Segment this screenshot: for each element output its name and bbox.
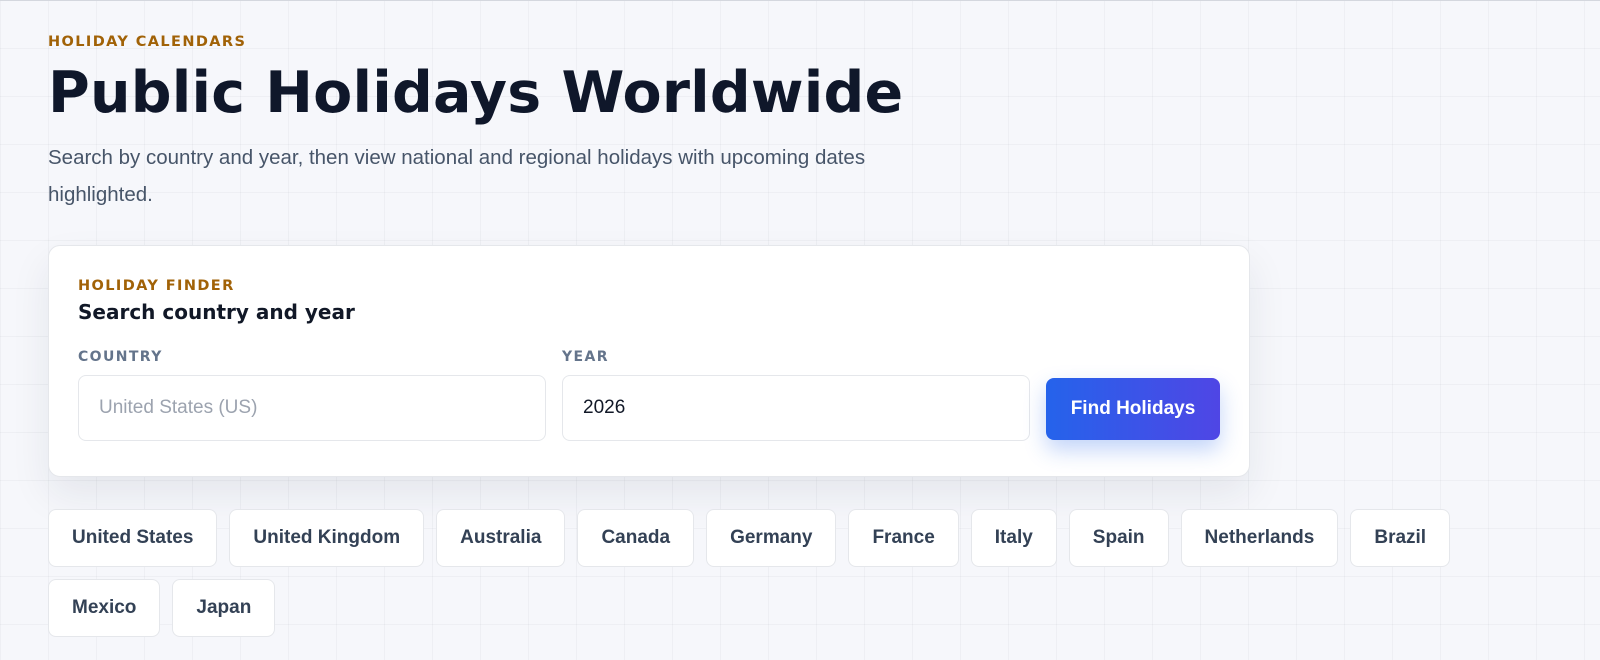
- country-chip[interactable]: United States: [48, 509, 218, 567]
- country-chip[interactable]: Spain: [1068, 509, 1169, 567]
- country-chip[interactable]: Australia: [436, 509, 566, 567]
- country-input[interactable]: [78, 375, 546, 441]
- country-chip[interactable]: Italy: [970, 509, 1057, 567]
- quick-country-list: United States United Kingdom Australia Cana…: [48, 509, 1568, 649]
- country-chip[interactable]: Japan: [172, 579, 276, 637]
- country-chip[interactable]: Brazil: [1350, 509, 1451, 567]
- country-chip[interactable]: Mexico: [48, 579, 161, 637]
- finder-form: COUNTRY YEAR Find Holidays: [78, 348, 1220, 441]
- find-holidays-button[interactable]: Find Holidays: [1046, 378, 1220, 440]
- country-chip[interactable]: United Kingdom: [229, 509, 425, 567]
- finder-eyebrow: HOLIDAY FINDER: [78, 278, 235, 294]
- page: HOLIDAY CALENDARS Public Holidays Worldw…: [48, 32, 1568, 649]
- finder-title: Search country and year: [78, 300, 355, 324]
- country-chip[interactable]: Netherlands: [1180, 509, 1339, 567]
- page-eyebrow: HOLIDAY CALENDARS: [48, 34, 247, 50]
- holiday-finder-card: HOLIDAY FINDER Search country and year C…: [48, 245, 1250, 477]
- country-field: COUNTRY: [78, 348, 546, 441]
- page-header: HOLIDAY CALENDARS Public Holidays Worldw…: [48, 32, 1568, 213]
- page-title: Public Holidays Worldwide: [48, 60, 904, 126]
- country-chip[interactable]: France: [848, 509, 959, 567]
- year-field: YEAR: [562, 348, 1030, 441]
- country-chip[interactable]: Canada: [577, 509, 695, 567]
- year-input[interactable]: [562, 375, 1030, 441]
- country-chip[interactable]: Germany: [706, 509, 837, 567]
- year-label: YEAR: [562, 349, 609, 365]
- country-label: COUNTRY: [78, 349, 163, 365]
- page-subtitle: Search by country and year, then view na…: [48, 146, 866, 206]
